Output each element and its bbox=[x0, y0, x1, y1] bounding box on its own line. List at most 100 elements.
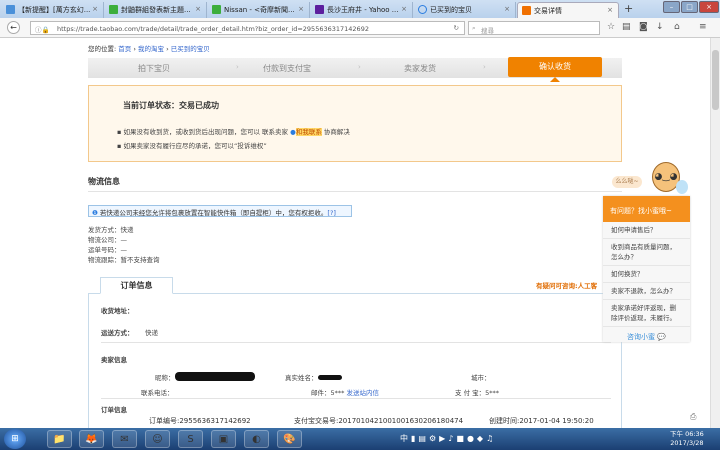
close-tab-icon[interactable]: × bbox=[195, 5, 201, 13]
shipping-method: 发货方式：快递 bbox=[88, 226, 134, 234]
back-button[interactable]: ← bbox=[7, 21, 20, 34]
help-link[interactable]: [?] bbox=[327, 209, 336, 217]
info-icon: ❶ bbox=[92, 209, 98, 217]
browser-tab[interactable]: 長沙王府井 - Yahoo ... × bbox=[311, 2, 413, 18]
skype-icon[interactable]: S bbox=[178, 430, 203, 448]
seller-info-title: 卖家信息 bbox=[101, 356, 127, 364]
site-info-icon[interactable]: ⓘ🔒 bbox=[35, 24, 50, 34]
maximize-button[interactable]: □ bbox=[681, 1, 698, 13]
favicon-icon bbox=[212, 5, 221, 14]
mail-icon[interactable]: ✉ bbox=[112, 430, 137, 448]
breadcrumb-my-taobao[interactable]: 我的淘宝 bbox=[138, 45, 164, 53]
minimize-button[interactable]: – bbox=[663, 1, 680, 13]
bee-wing-icon bbox=[676, 180, 688, 194]
close-window-button[interactable]: × bbox=[699, 1, 719, 13]
clock[interactable]: 下午 06:36 2017/3/28 bbox=[670, 430, 704, 448]
send-message-link[interactable]: 发送站内信 bbox=[346, 389, 379, 397]
menu-icon[interactable]: ≡ bbox=[699, 22, 707, 32]
tracking-status: 物流跟踪：暂不支持查询 bbox=[88, 256, 160, 264]
redacted-scribble bbox=[317, 375, 342, 380]
reading-list-icon[interactable]: ▤ bbox=[622, 22, 631, 32]
breadcrumb-bought[interactable]: 已买到的宝贝 bbox=[171, 45, 210, 53]
order-info-panel: 收货地址： 运送方式： 快递 卖家信息 昵称： 真实姓名： 城市： 联系电话： … bbox=[88, 293, 622, 428]
windows-taskbar: ⊞ 📁 🦊 ✉ ☺ S ▣ ◐ 🎨 中▮▤⚙▶♪■●◆♫ 下午 06:36 201… bbox=[0, 428, 720, 450]
close-tab-icon[interactable]: × bbox=[504, 5, 510, 13]
chat-icon: ● bbox=[290, 128, 296, 136]
app-icon[interactable]: ◐ bbox=[244, 430, 269, 448]
start-button[interactable]: ⊞ bbox=[4, 429, 26, 449]
browser-tab-bar: 【新提醒】[萬方玄幻... × 封鼬群組發表新主題... × Nissan - <奇… bbox=[0, 0, 720, 18]
redacted-scribble bbox=[174, 372, 255, 381]
helper-question[interactable]: 如何换货？ bbox=[603, 266, 690, 283]
chevron-right-icon: › bbox=[483, 63, 486, 71]
url-input[interactable]: ⓘ🔒 https://trade.taobao.com/trade/detail/… bbox=[30, 21, 465, 35]
scrollbar-thumb[interactable] bbox=[712, 50, 719, 110]
human-service-link[interactable]: 有疑问可咨询:人工客 bbox=[536, 280, 597, 290]
smart-locker-notice: ❶ 若快递公司未经您允许将包裹放置在智能快件箱（即自提柜）中，您有权拒收。[?] bbox=[88, 205, 352, 217]
chat-bubble-icon: 💬 bbox=[657, 333, 666, 341]
order-progress-steps: 拍下宝贝 › 付款到支付宝 › 卖家发货 › 确认收货 bbox=[88, 57, 622, 82]
browser-tab[interactable]: 已买到的宝贝 × bbox=[414, 2, 516, 18]
status-line-1: ▪ 如果没有收到货，或收到货后出现问题，您可以 联系卖家 ●和我联系 协商解决 bbox=[117, 128, 350, 136]
address-label: 收货地址： bbox=[101, 307, 134, 315]
home-icon[interactable]: ⌂ bbox=[674, 22, 680, 32]
step-1: 拍下宝贝 bbox=[138, 64, 170, 73]
bubble-text: 么么哒~ bbox=[612, 176, 642, 188]
system-tray-icons[interactable]: 中▮▤⚙▶♪■●◆♫ bbox=[400, 433, 496, 444]
favicon-icon bbox=[109, 5, 118, 14]
seller-phone: 联系电话： bbox=[141, 389, 174, 397]
helper-question[interactable]: 卖家承诺好评返现，删除评价返现，未履行。 bbox=[603, 300, 690, 327]
browser-tab[interactable]: Nissan - <奇摩新聞... × bbox=[208, 2, 310, 18]
loading-icon bbox=[418, 5, 427, 14]
seller-realname: 真实姓名： bbox=[285, 372, 342, 382]
contact-seller-link[interactable]: 和我联系 bbox=[295, 128, 322, 136]
paint-icon[interactable]: 🎨 bbox=[277, 430, 302, 448]
seller-city: 城市： bbox=[471, 374, 491, 382]
new-tab-button[interactable]: + bbox=[624, 2, 633, 15]
logistics-title: 物流信息 bbox=[88, 177, 120, 186]
reload-icon[interactable]: ↻ bbox=[454, 24, 459, 32]
search-input[interactable]: ⌕ 搜尋 bbox=[468, 21, 600, 35]
pocket-icon[interactable]: ◙ bbox=[639, 22, 648, 32]
browser-tab[interactable]: 封鼬群組發表新主題... × bbox=[105, 2, 207, 18]
seller-nickname: 昵称： bbox=[155, 372, 255, 382]
firefox-icon[interactable]: 🦊 bbox=[79, 430, 104, 448]
breadcrumb-home[interactable]: 首页 bbox=[118, 45, 131, 53]
download-icon[interactable]: ↓ bbox=[656, 22, 664, 32]
explorer-icon[interactable]: 📁 bbox=[47, 430, 72, 448]
chevron-right-icon: › bbox=[358, 63, 361, 71]
helper-question[interactable]: 如何申请售后？ bbox=[603, 222, 690, 239]
browser-tab[interactable]: 【新提醒】[萬方玄幻... × bbox=[2, 2, 104, 18]
avatar-app-icon[interactable]: ☺ bbox=[145, 430, 170, 448]
logistics-company: 物流公司：— bbox=[88, 236, 127, 244]
order-info-title: 订单信息 bbox=[101, 406, 127, 414]
browser-tab-active[interactable]: 交易详情 × bbox=[517, 2, 619, 18]
monitor-app-icon[interactable]: ▣ bbox=[211, 430, 236, 448]
print-icon[interactable]: ⎙ bbox=[690, 412, 696, 422]
alipay-trade-number: 支付宝交易号:2017010421001001630206180474 bbox=[294, 417, 464, 425]
close-tab-icon[interactable]: × bbox=[607, 6, 613, 14]
bookmark-star-icon[interactable]: ☆ bbox=[607, 22, 615, 32]
favicon-icon bbox=[6, 5, 15, 14]
status-line-2: ▪ 如果卖家没有履行应尽的承诺，您可以“投诉维权” bbox=[117, 142, 267, 150]
step-2: 付款到支付宝 bbox=[263, 64, 311, 73]
helper-header: 有问题？找小蜜哦~ bbox=[603, 196, 690, 222]
search-icon: ⌕ bbox=[472, 24, 476, 32]
navigation-bar: ← ⓘ🔒 https://trade.taobao.com/trade/detai… bbox=[0, 18, 720, 38]
step-pointer bbox=[550, 77, 560, 82]
helper-question[interactable]: 收到商品有质量问题，怎么办？ bbox=[603, 239, 690, 266]
page-content: 您的位置: 首页 › 我的淘宝 › 已买到的宝贝 拍下宝贝 › 付款到支付宝 ›… bbox=[0, 38, 710, 428]
shipping-label: 运送方式： bbox=[101, 329, 134, 337]
close-tab-icon[interactable]: × bbox=[92, 5, 98, 13]
seller-email: 邮件：5*** 发送站内信 bbox=[311, 389, 379, 397]
shipping-value: 快递 bbox=[145, 329, 158, 337]
favicon-icon bbox=[522, 6, 531, 15]
tracking-number: 运单号码：— bbox=[88, 246, 127, 254]
close-tab-icon[interactable]: × bbox=[298, 5, 304, 13]
page-scrollbar[interactable] bbox=[710, 38, 720, 428]
step-3: 卖家发货 bbox=[404, 64, 436, 73]
helper-question[interactable]: 卖家不退款，怎么办？ bbox=[603, 283, 690, 300]
close-tab-icon[interactable]: × bbox=[401, 5, 407, 13]
consult-button[interactable]: 咨询小蜜 💬 bbox=[603, 327, 690, 342]
tab-order-info[interactable]: 订单信息 bbox=[100, 277, 173, 294]
